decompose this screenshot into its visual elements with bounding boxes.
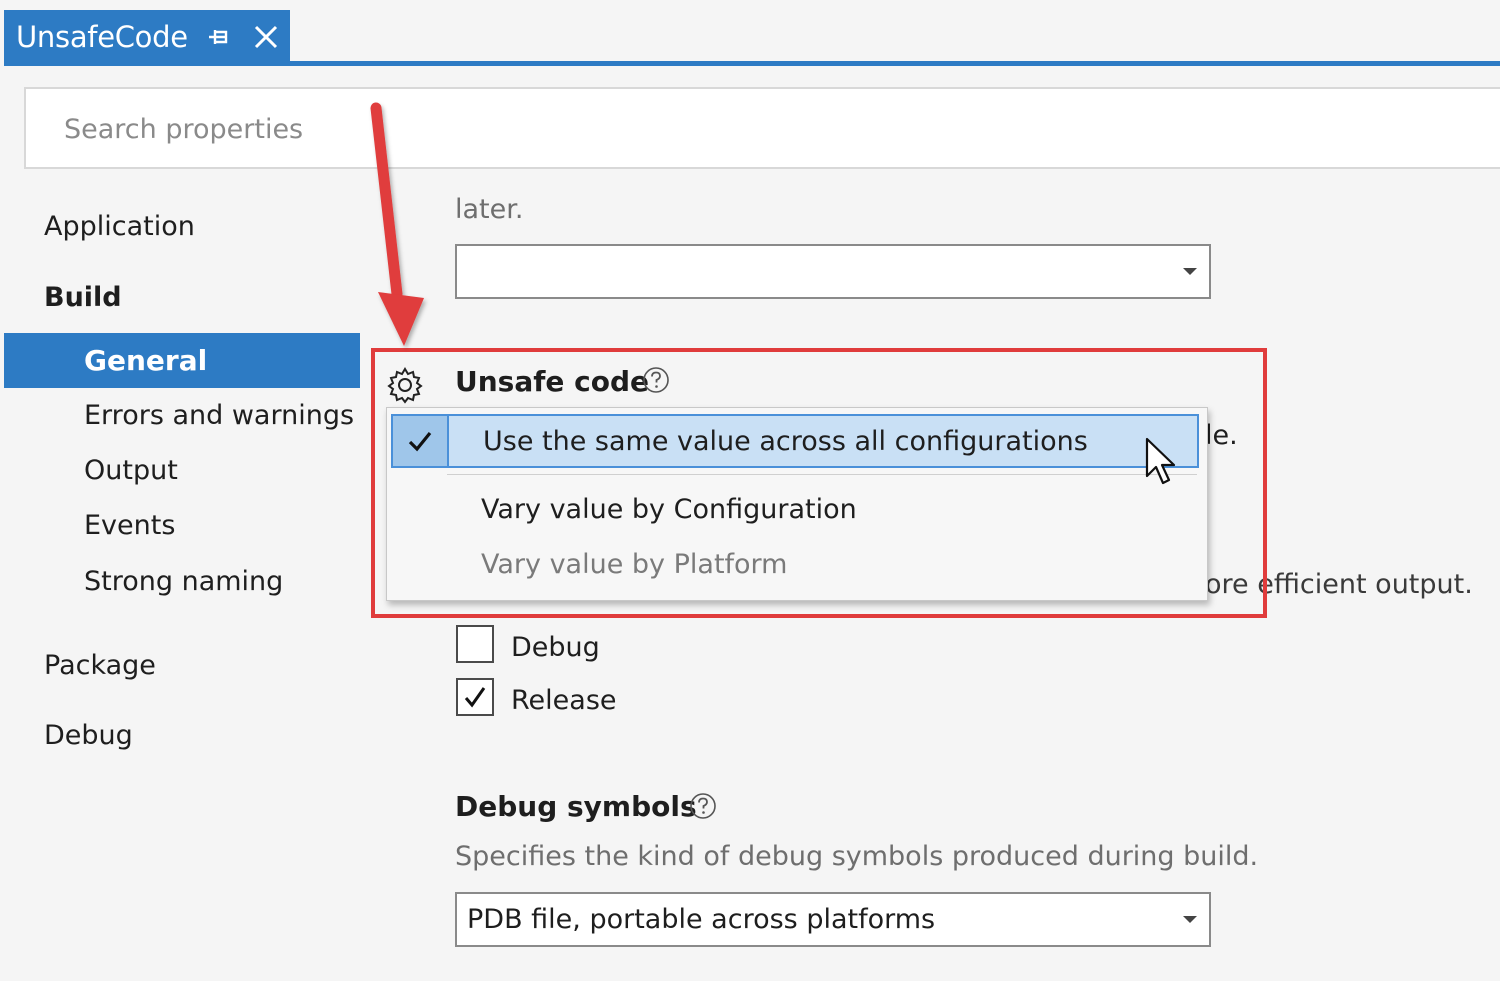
document-tab[interactable]: UnsafeCode bbox=[4, 10, 290, 63]
mouse-cursor-icon bbox=[1145, 437, 1176, 485]
help-icon[interactable] bbox=[642, 366, 670, 394]
sidebar-item-events[interactable]: Events bbox=[84, 510, 175, 541]
checkmark-icon bbox=[408, 431, 432, 452]
chevron-down-icon bbox=[1183, 268, 1197, 275]
configuration-dropdown-menu: Use the same value across all configurat… bbox=[386, 407, 1208, 601]
property-description-partial: later. bbox=[455, 194, 524, 225]
debug-checkbox[interactable] bbox=[456, 625, 494, 663]
debug-symbols-description: Specifies the kind of debug symbols prod… bbox=[455, 841, 1259, 872]
checkmark-icon bbox=[464, 687, 486, 708]
search-box[interactable] bbox=[24, 87, 1500, 169]
pin-icon[interactable] bbox=[206, 24, 232, 50]
menu-item-label: Use the same value across all configurat… bbox=[483, 426, 1088, 457]
sidebar-item-build[interactable]: Build bbox=[44, 282, 122, 313]
document-tab-strip: UnsafeCode bbox=[0, 0, 1500, 66]
optimize-description-partial: ore efficient output. bbox=[1205, 569, 1473, 600]
debug-checkbox-label: Debug bbox=[511, 632, 600, 663]
sidebar-item-errors-and-warnings[interactable]: Errors and warnings bbox=[84, 400, 354, 431]
gear-icon[interactable] bbox=[386, 366, 424, 404]
sidebar-item-general[interactable]: General bbox=[4, 333, 360, 388]
menu-item-vary-by-platform: Vary value by Platform bbox=[481, 549, 788, 580]
menu-separator bbox=[447, 474, 1197, 475]
release-checkbox-label: Release bbox=[511, 685, 617, 716]
sidebar-item-output[interactable]: Output bbox=[84, 455, 178, 486]
release-checkbox[interactable] bbox=[456, 678, 494, 716]
tab-underline bbox=[4, 61, 1500, 66]
debug-symbols-heading: Debug symbols bbox=[455, 790, 697, 823]
search-input[interactable] bbox=[62, 107, 966, 151]
unsafe-code-heading: Unsafe code bbox=[455, 365, 650, 398]
combo-value: PDB file, portable across platforms bbox=[467, 904, 936, 935]
menu-item-same-value[interactable]: Use the same value across all configurat… bbox=[391, 414, 1199, 468]
sidebar-item-application[interactable]: Application bbox=[44, 211, 195, 242]
unsafe-code-description-partial: le. bbox=[1205, 420, 1238, 451]
sidebar-item-label: General bbox=[84, 344, 208, 377]
sidebar-item-strong-naming[interactable]: Strong naming bbox=[84, 566, 283, 597]
tab-title: UnsafeCode bbox=[16, 19, 188, 54]
menu-item-vary-by-configuration[interactable]: Vary value by Configuration bbox=[481, 494, 857, 525]
sidebar-item-debug[interactable]: Debug bbox=[44, 720, 133, 751]
chevron-down-icon bbox=[1183, 916, 1197, 923]
arrow-annotation-icon bbox=[370, 102, 424, 346]
sidebar-item-package[interactable]: Package bbox=[44, 650, 156, 681]
property-combo[interactable] bbox=[455, 244, 1211, 299]
help-icon[interactable] bbox=[689, 792, 717, 820]
close-icon[interactable] bbox=[252, 23, 280, 51]
menu-item-check-cell bbox=[393, 416, 449, 466]
debug-symbols-combo[interactable]: PDB file, portable across platforms bbox=[455, 892, 1211, 947]
